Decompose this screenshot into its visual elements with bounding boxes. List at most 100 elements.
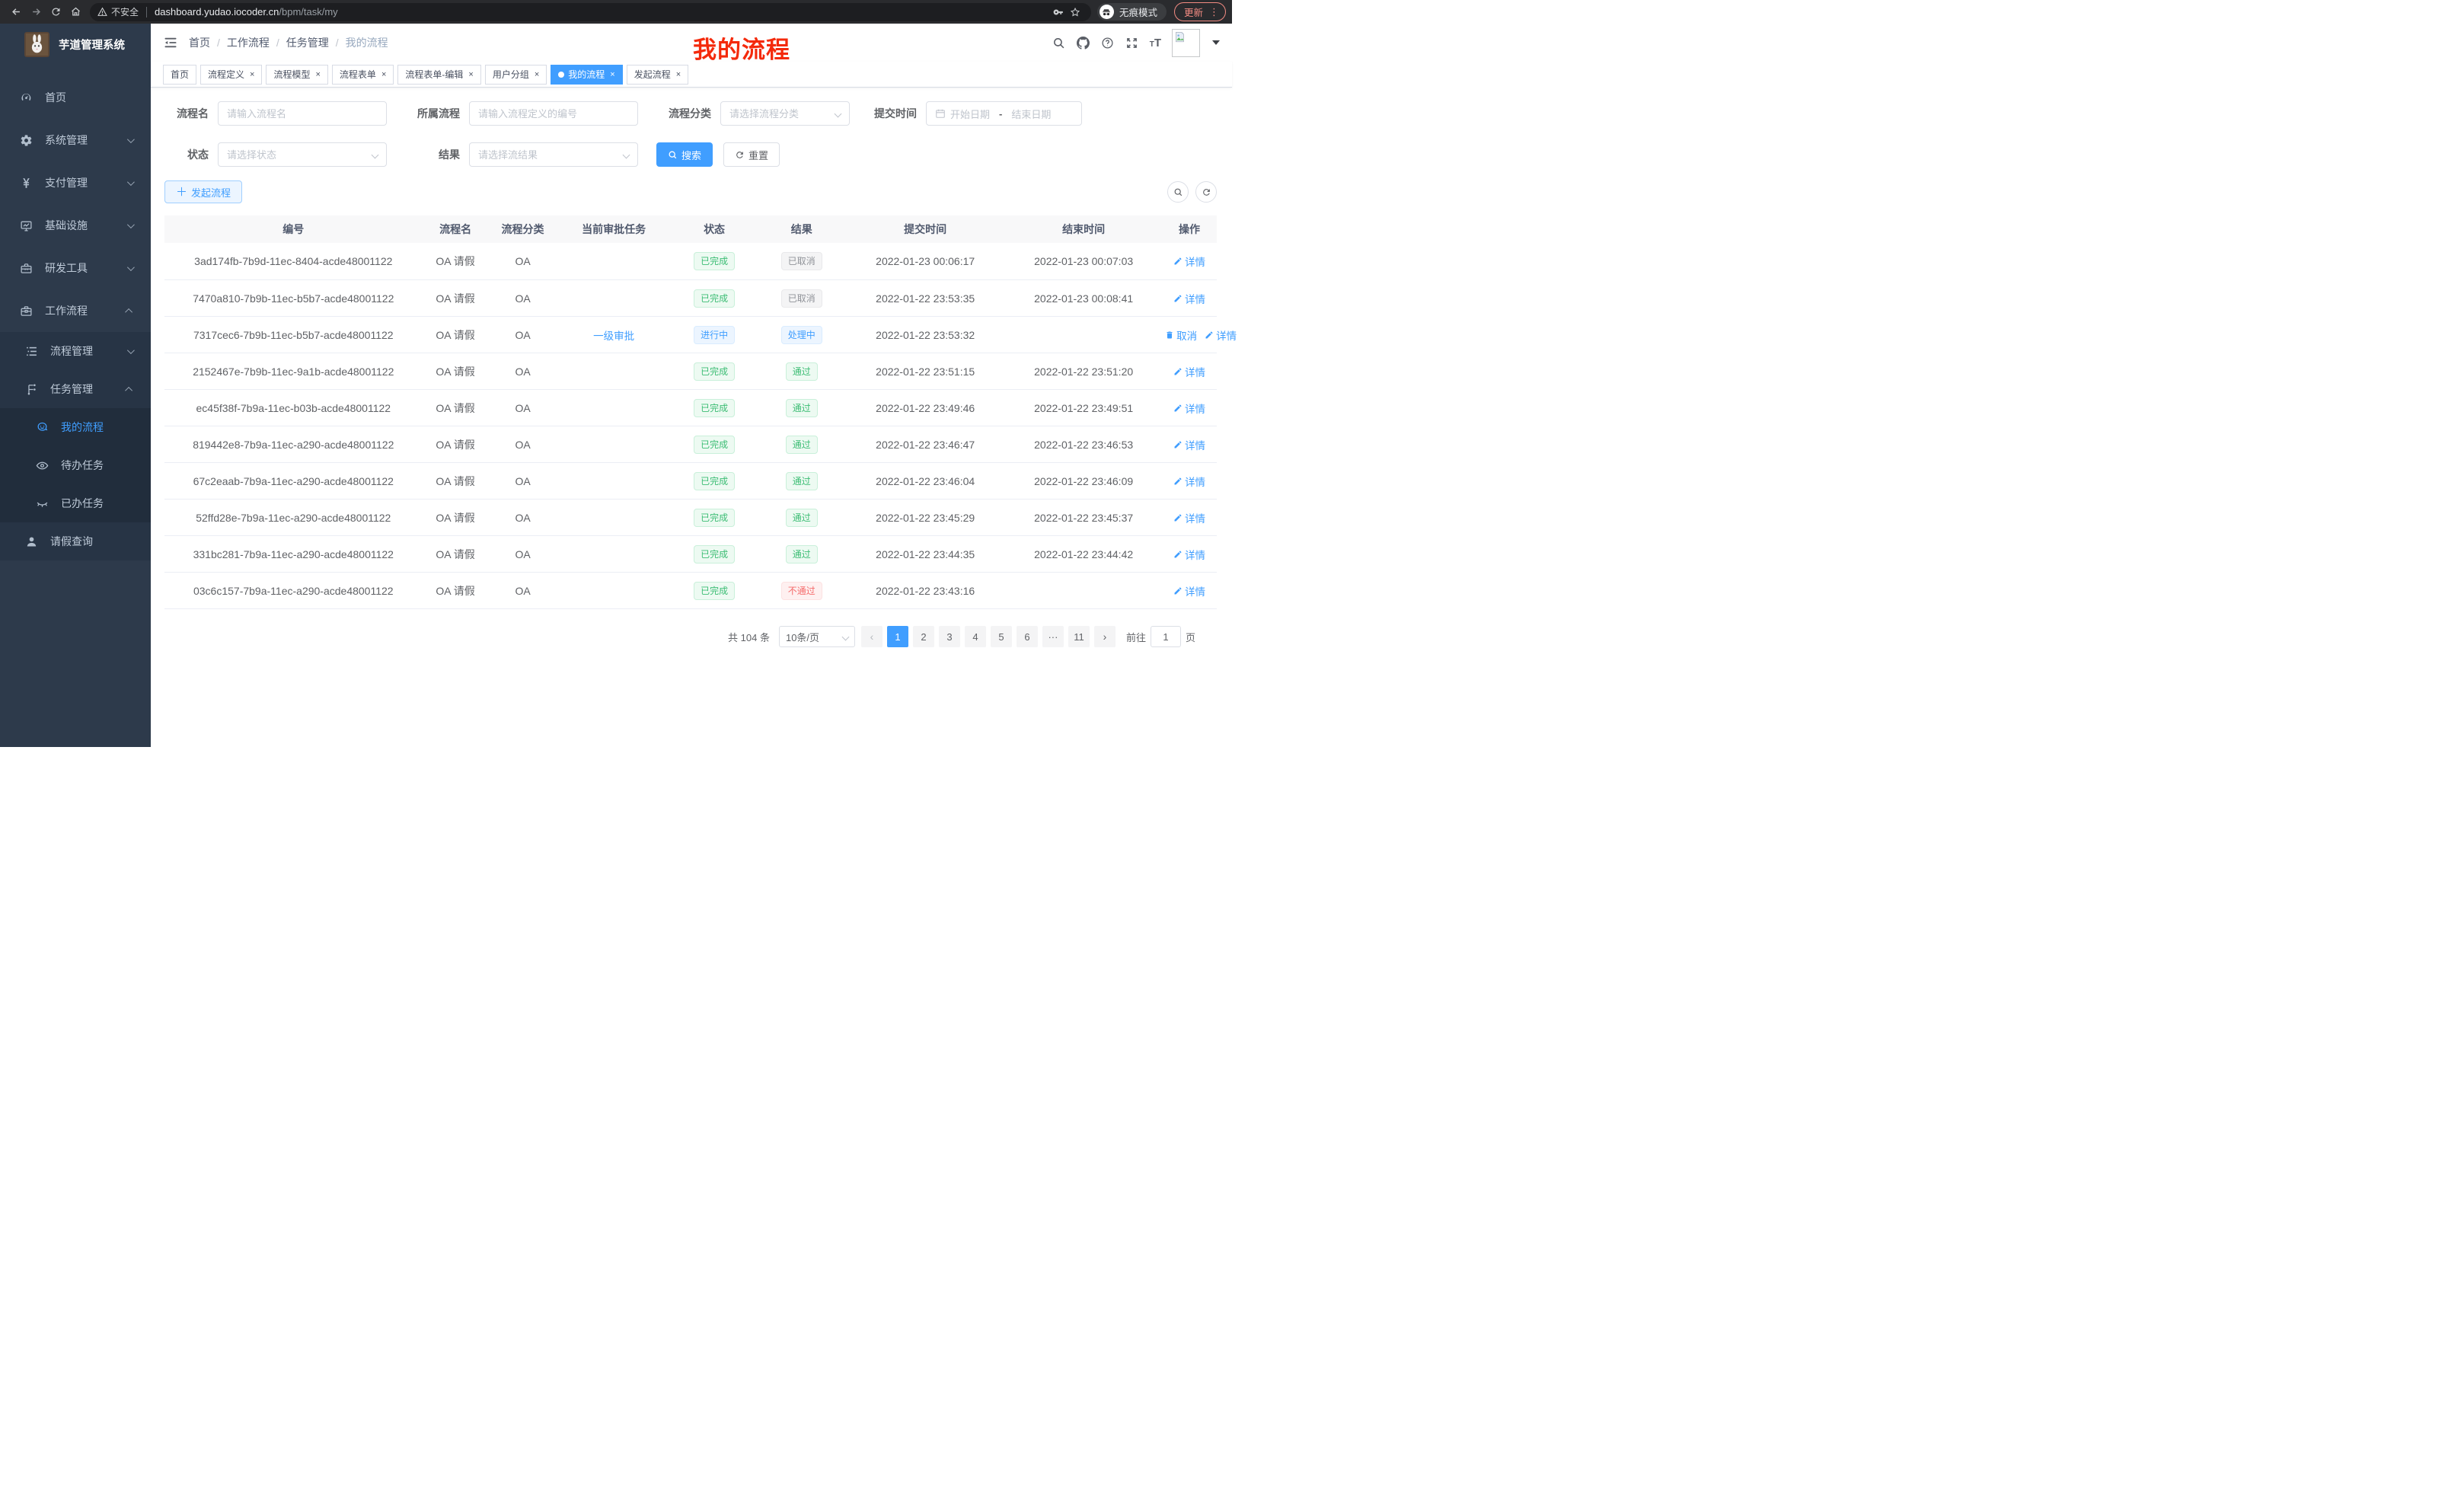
column-header: 结果 xyxy=(758,222,845,237)
close-icon[interactable]: × xyxy=(468,70,473,79)
reload-icon[interactable] xyxy=(46,2,65,22)
tab-4[interactable]: 流程表单-编辑× xyxy=(397,65,480,85)
sidebar-item-0[interactable]: 首页 xyxy=(0,76,151,119)
page-button-3[interactable]: 3 xyxy=(939,626,960,647)
search-icon xyxy=(668,150,678,160)
chevron-down-icon xyxy=(127,178,135,186)
detail-link[interactable]: 详情 xyxy=(1173,401,1205,416)
reset-button[interactable]: 重置 xyxy=(723,142,780,167)
search-button[interactable]: 搜索 xyxy=(656,142,713,167)
detail-link[interactable]: 详情 xyxy=(1173,510,1205,525)
breadcrumb-item[interactable]: 工作流程 xyxy=(227,35,270,50)
create-process-button[interactable]: ＋ 发起流程 xyxy=(164,180,242,203)
search-icon[interactable] xyxy=(1052,36,1066,49)
bookmark-star-icon[interactable] xyxy=(1067,7,1084,18)
prev-page-button[interactable]: ‹ xyxy=(861,626,883,647)
date-start-placeholder[interactable]: 开始日期 xyxy=(950,107,990,121)
close-icon[interactable]: × xyxy=(676,70,681,79)
status-select[interactable] xyxy=(218,142,387,167)
sidebar-item-8[interactable]: 我的流程 xyxy=(0,408,151,446)
page-size-select[interactable]: 10条/页 xyxy=(779,626,855,647)
cancel-link[interactable]: 取消 xyxy=(1165,327,1197,343)
next-page-button[interactable]: › xyxy=(1094,626,1116,647)
sidebar-item-7[interactable]: 任务管理 xyxy=(0,370,151,408)
back-icon[interactable] xyxy=(6,2,26,22)
cell-status: 已完成 xyxy=(671,436,758,454)
goto-page-input[interactable] xyxy=(1151,626,1181,647)
home-icon[interactable] xyxy=(65,2,85,22)
sidebar-item-3[interactable]: 基础设施 xyxy=(0,204,151,247)
page-button-11[interactable]: 11 xyxy=(1068,626,1090,647)
close-icon[interactable]: × xyxy=(381,70,386,79)
current-task-link[interactable]: 一级审批 xyxy=(593,327,634,343)
process-def-input[interactable] xyxy=(469,101,638,126)
cell-category: OA xyxy=(489,439,557,451)
detail-link[interactable]: 详情 xyxy=(1173,474,1205,489)
category-select[interactable] xyxy=(720,101,850,126)
page-button-4[interactable]: 4 xyxy=(965,626,986,647)
url-bar[interactable]: 不安全 dashboard.yudao.iocoder.cn/bpm/task/… xyxy=(90,3,1091,21)
close-icon[interactable]: × xyxy=(315,70,320,79)
page-button-1[interactable]: 1 xyxy=(887,626,908,647)
show-search-toggle-button[interactable] xyxy=(1167,181,1189,203)
pagination-total: 共 104 条 xyxy=(728,630,770,644)
github-icon[interactable] xyxy=(1077,36,1090,49)
detail-link[interactable]: 详情 xyxy=(1173,437,1205,452)
breadcrumb-separator: / xyxy=(276,37,279,49)
tab-0[interactable]: 首页 xyxy=(163,65,196,85)
page-button-2[interactable]: 2 xyxy=(913,626,934,647)
refresh-icon xyxy=(735,150,745,160)
tab-1[interactable]: 流程定义× xyxy=(200,65,262,85)
sidebar-item-4[interactable]: 研发工具 xyxy=(0,247,151,289)
breadcrumb-item[interactable]: 首页 xyxy=(189,35,210,50)
tab-2[interactable]: 流程模型× xyxy=(266,65,327,85)
filter-def-label: 所属流程 xyxy=(405,106,460,121)
close-icon[interactable]: × xyxy=(610,70,614,79)
sidebar-item-9[interactable]: 待办任务 xyxy=(0,446,151,484)
detail-link[interactable]: 详情 xyxy=(1173,364,1205,379)
tab-label: 用户分组 xyxy=(493,68,529,81)
security-warning[interactable]: 不安全 xyxy=(97,5,139,18)
detail-link[interactable]: 详情 xyxy=(1173,254,1205,269)
tab-7[interactable]: 发起流程× xyxy=(627,65,688,85)
date-range-picker[interactable]: 开始日期 - 结束日期 xyxy=(926,101,1082,126)
detail-link[interactable]: 详情 xyxy=(1173,291,1205,306)
sidebar-item-5[interactable]: 工作流程 xyxy=(0,289,151,332)
sidebar-item-11[interactable]: 请假查询 xyxy=(0,522,151,560)
fullscreen-icon[interactable] xyxy=(1125,36,1139,49)
sidebar-item-10[interactable]: 已办任务 xyxy=(0,484,151,522)
forward-icon[interactable] xyxy=(26,2,46,22)
pencil-icon xyxy=(1205,330,1214,340)
page-button-6[interactable]: 6 xyxy=(1017,626,1038,647)
cell-category: OA xyxy=(489,548,557,560)
result-select[interactable] xyxy=(469,142,638,167)
page-button-5[interactable]: 5 xyxy=(991,626,1012,647)
sidebar-collapse-icon[interactable] xyxy=(163,35,178,50)
tab-6[interactable]: 我的流程× xyxy=(551,65,622,85)
close-icon[interactable]: × xyxy=(535,70,539,79)
cell-id: 2152467e-7b9b-11ec-9a1b-acde48001122 xyxy=(164,366,423,378)
pager-more-button[interactable]: ··· xyxy=(1042,626,1064,647)
sidebar-item-1[interactable]: 系统管理 xyxy=(0,119,151,161)
tab-5[interactable]: 用户分组 × xyxy=(485,65,547,85)
breadcrumb-item[interactable]: 任务管理 xyxy=(286,35,329,50)
sidebar-item-6[interactable]: 流程管理 xyxy=(0,332,151,370)
detail-link[interactable]: 详情 xyxy=(1205,327,1237,343)
chrome-update-button[interactable]: 更新 ⋮ xyxy=(1174,2,1226,21)
chrome-menu-icon[interactable]: ⋮ xyxy=(1209,6,1219,18)
tab-3[interactable]: 流程表单× xyxy=(332,65,394,85)
password-key-icon[interactable] xyxy=(1050,7,1067,18)
close-icon[interactable]: × xyxy=(250,70,254,79)
process-name-input[interactable] xyxy=(218,101,387,126)
column-header: 状态 xyxy=(671,222,758,237)
help-icon[interactable] xyxy=(1101,36,1115,49)
font-size-icon[interactable]: TT xyxy=(1150,37,1161,49)
detail-link[interactable]: 详情 xyxy=(1173,547,1205,562)
sidebar-item-2[interactable]: 支付管理 xyxy=(0,161,151,204)
avatar[interactable] xyxy=(1172,29,1200,57)
date-end-placeholder[interactable]: 结束日期 xyxy=(1011,107,1051,121)
app-logo[interactable]: 芋道管理系统 xyxy=(0,24,151,65)
refresh-table-button[interactable] xyxy=(1195,181,1217,203)
detail-link[interactable]: 详情 xyxy=(1173,583,1205,599)
avatar-caret-icon[interactable] xyxy=(1212,40,1220,45)
